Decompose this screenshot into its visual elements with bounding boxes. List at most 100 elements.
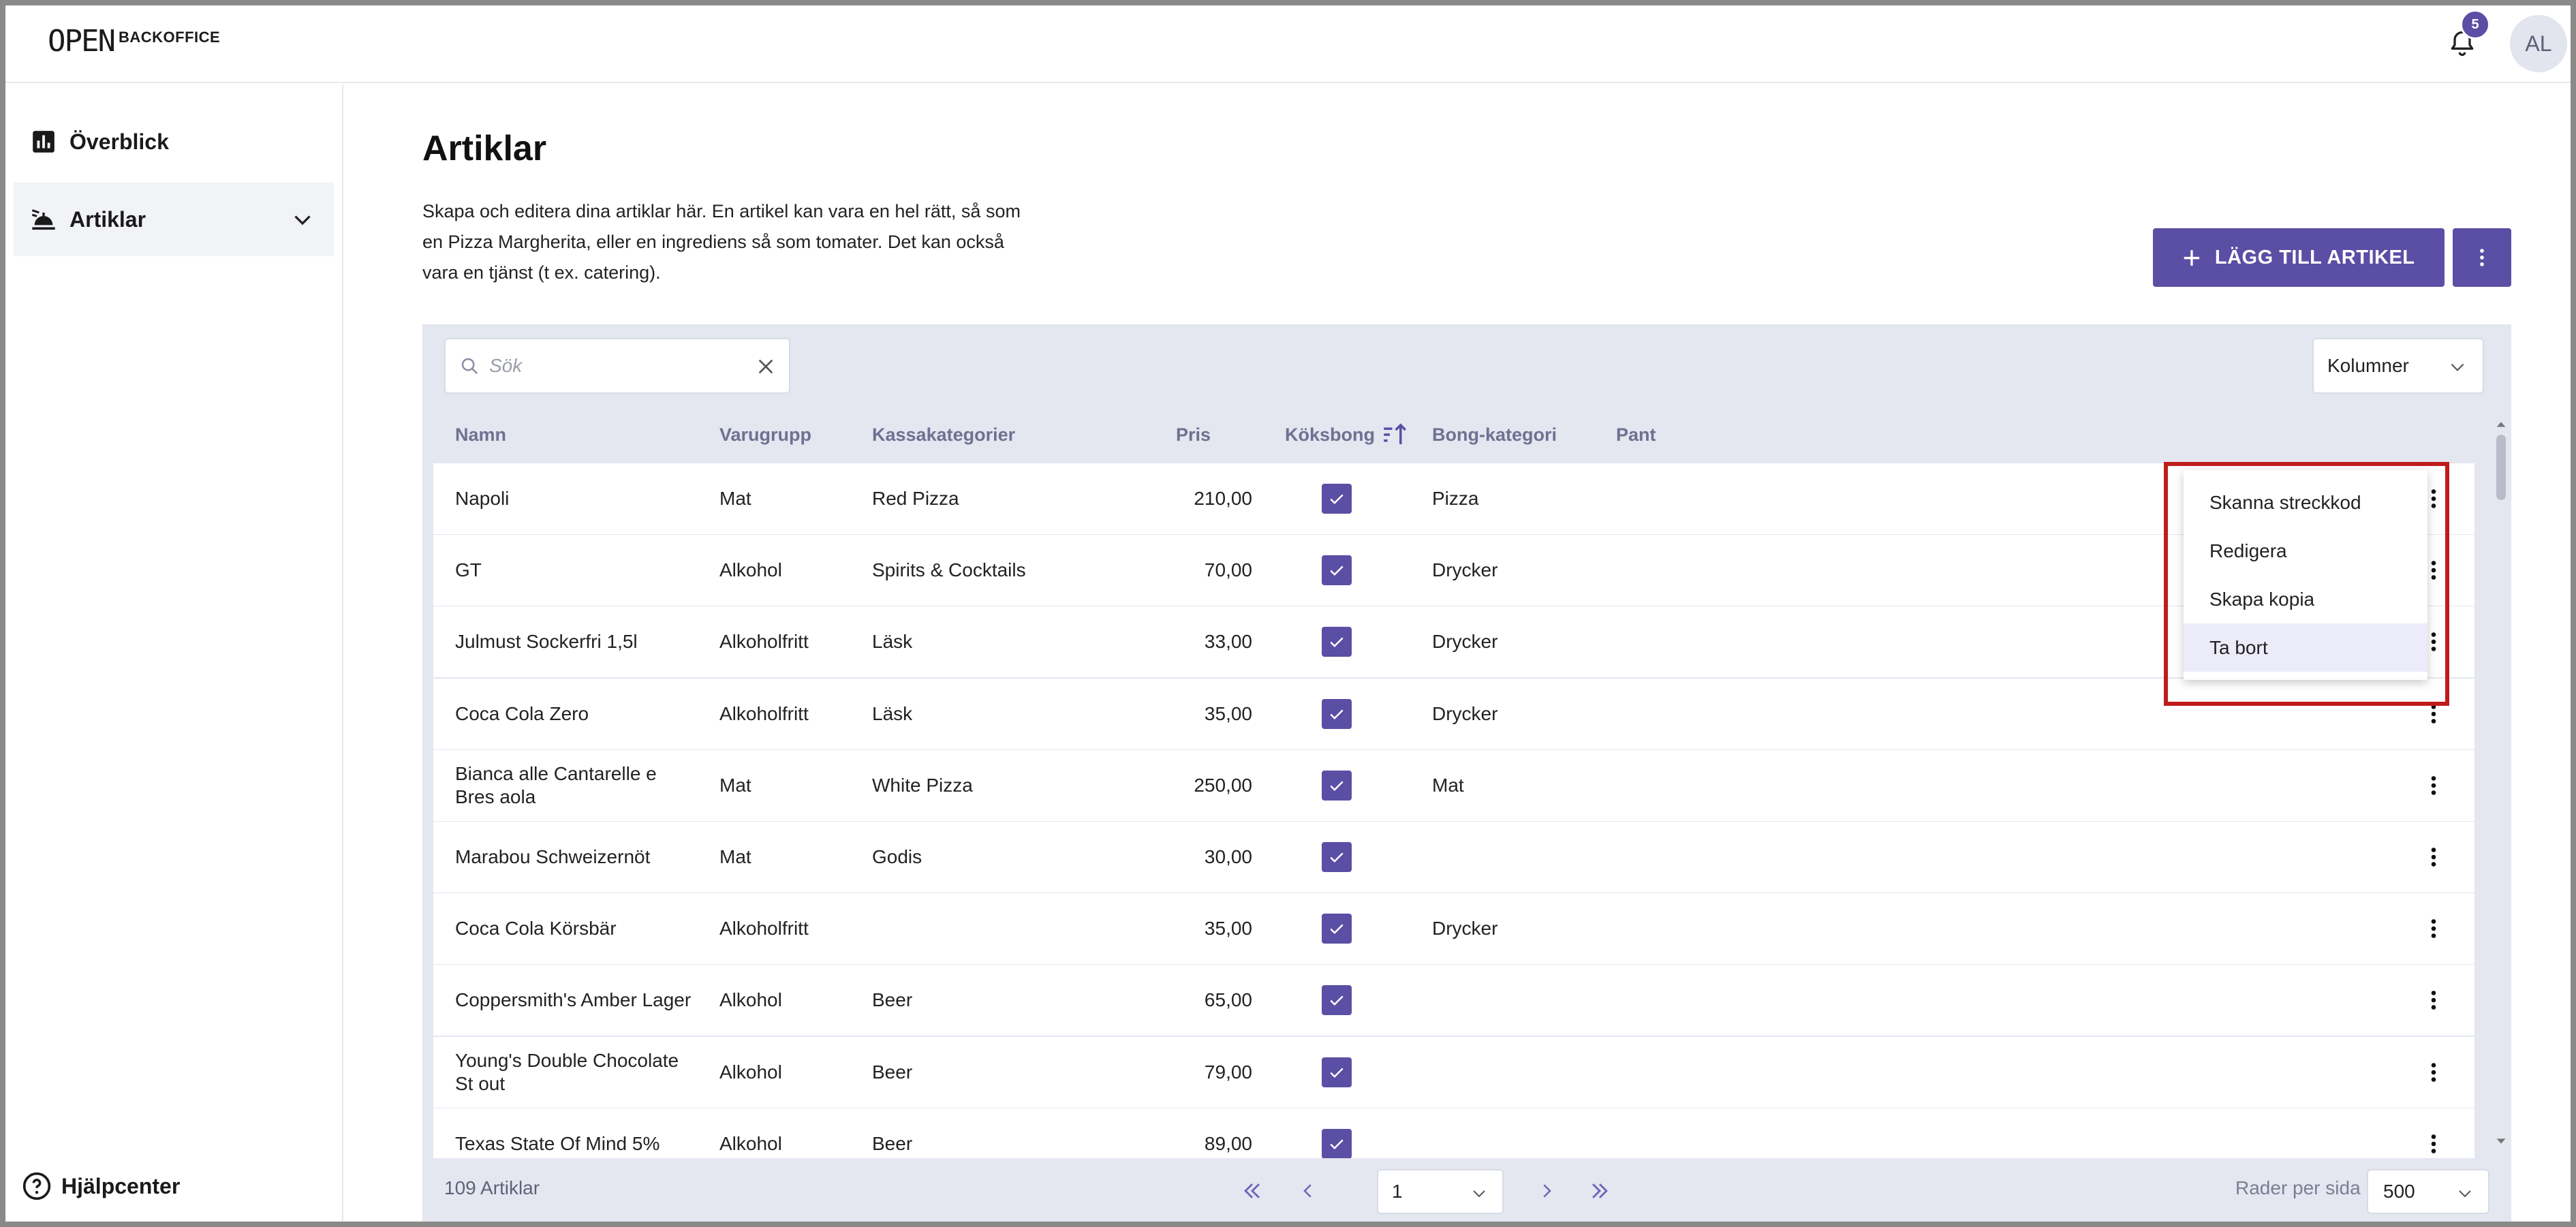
table-row[interactable]: Coca Cola Zero Alkoholfritt Läsk 35,00 Dryck…: [433, 679, 2474, 749]
scroll-down-icon[interactable]: [2494, 1134, 2509, 1149]
kebab-icon: [2431, 1063, 2436, 1082]
cell-category: Läsk: [872, 703, 913, 724]
table-header: Namn Varugrupp Kassakategorier Pris Köks…: [433, 406, 2474, 463]
kitchen-ticket-checkbox[interactable]: [1322, 555, 1352, 585]
cell-group: Alkoholfritt: [719, 918, 809, 939]
header-price[interactable]: Pris: [1176, 406, 1211, 463]
next-page-button[interactable]: [1532, 1176, 1562, 1206]
add-article-button[interactable]: + LÄGG TILL ARTIKEL: [2153, 228, 2445, 287]
table-row[interactable]: GT Alkohol Spirits & Cocktails 70,00 Drycker: [433, 535, 2474, 606]
previous-page-button[interactable]: [1293, 1176, 1323, 1206]
kebab-icon: [2431, 848, 2436, 867]
table-row[interactable]: Coppersmith's Amber Lager Alkohol Beer 65,0…: [433, 965, 2474, 1036]
row-actions-button[interactable]: [2420, 700, 2447, 728]
cell-name: Coppersmith's Amber Lager: [455, 989, 692, 1010]
logo[interactable]: OPEN BACKOFFICE: [48, 25, 220, 59]
sidebar-item-artiklar[interactable]: Artiklar: [14, 183, 334, 256]
kebab-icon: [2431, 776, 2436, 795]
header-ticket-category[interactable]: Bong-kategori: [1432, 406, 1557, 463]
chevron-down-icon: [294, 215, 311, 226]
food-tray-icon: [30, 206, 57, 233]
columns-dropdown[interactable]: Kolumner: [2312, 338, 2484, 394]
scrollbar-thumb[interactable]: [2496, 435, 2506, 500]
chevron-left-icon: [1303, 1184, 1312, 1198]
search-box[interactable]: [444, 338, 790, 394]
table-row[interactable]: Young's Double Chocolate St out Alkohol Be…: [433, 1037, 2474, 1108]
kitchen-ticket-checkbox[interactable]: [1322, 985, 1352, 1015]
chevron-down-icon: [2459, 1190, 2471, 1198]
logo-text: BACKOFFICE: [118, 29, 221, 46]
row-actions-button[interactable]: [2420, 1059, 2447, 1086]
table-row[interactable]: Texas State Of Mind 5% Alkohol Beer 89,00: [433, 1108, 2474, 1158]
context-menu-item[interactable]: Skapa kopia: [2184, 575, 2427, 623]
cell-group: Mat: [719, 846, 751, 867]
vertical-scrollbar[interactable]: [2494, 417, 2509, 1149]
cell-category: Godis: [872, 846, 922, 867]
row-actions-button[interactable]: [2420, 843, 2447, 871]
help-center-link[interactable]: Hjälpcenter: [22, 1169, 180, 1203]
cell-name: GT: [455, 559, 482, 580]
cell-category: Beer: [872, 1133, 913, 1154]
check-icon: [1330, 1068, 1344, 1078]
help-center-label: Hjälpcenter: [61, 1173, 181, 1198]
context-menu-item[interactable]: Redigera: [2184, 527, 2427, 575]
header-kitchen-ticket[interactable]: Köksbong: [1285, 406, 1409, 463]
cell-group: Alkohol: [719, 1061, 782, 1083]
cell-name: Coca Cola Zero: [455, 703, 589, 724]
header-pos-categories[interactable]: Kassakategorier: [872, 406, 1015, 463]
table-row[interactable]: Napoli Mat Red Pizza 210,00 Pizza: [433, 463, 2474, 534]
top-header: OPEN BACKOFFICE 5 AL: [5, 5, 2571, 83]
cell-ticket-category: Mat: [1432, 775, 1464, 796]
page-select[interactable]: 1: [1377, 1169, 1504, 1214]
kitchen-ticket-checkbox[interactable]: [1322, 1129, 1352, 1158]
context-menu-item[interactable]: Skanna streckkod: [2184, 478, 2427, 527]
context-menu-item[interactable]: Ta bort: [2184, 623, 2427, 672]
cell-price: 35,00: [1204, 918, 1252, 939]
kitchen-ticket-checkbox[interactable]: [1322, 1057, 1352, 1087]
header-name[interactable]: Namn: [455, 406, 506, 463]
row-actions-button[interactable]: [2420, 915, 2447, 942]
add-article-label: LÄGG TILL ARTIKEL: [2214, 246, 2415, 268]
header-deposit[interactable]: Pant: [1616, 406, 1656, 463]
header-group[interactable]: Varugrupp: [719, 406, 811, 463]
sidebar: Överblick Artiklar Hjälpcenter: [5, 84, 343, 1222]
chevron-down-icon: [1473, 1190, 1485, 1198]
check-icon: [1330, 781, 1344, 792]
table-row[interactable]: Julmust Sockerfri 1,5l Alkoholfritt Läsk 33…: [433, 606, 2474, 677]
rows-per-page-select[interactable]: 500: [2367, 1169, 2489, 1214]
check-icon: [1330, 565, 1344, 576]
row-context-menu: Skanna streckkod Redigera Skapa kopia Ta bo…: [2184, 470, 2427, 680]
kitchen-ticket-checkbox[interactable]: [1322, 914, 1352, 944]
more-actions-button[interactable]: [2453, 228, 2511, 287]
cell-group: Alkohol: [719, 1133, 782, 1154]
first-page-button[interactable]: [1237, 1176, 1267, 1206]
cell-group: Mat: [719, 488, 751, 509]
cell-name: Marabou Schweizernöt: [455, 846, 651, 867]
row-actions-button[interactable]: [2420, 1130, 2447, 1158]
table-row[interactable]: Marabou Schweizernöt Mat Godis 30,00: [433, 822, 2474, 892]
cell-price: 70,00: [1204, 559, 1252, 580]
cell-ticket-category: Drycker: [1432, 559, 1498, 580]
table-row[interactable]: Bianca alle Cantarelle e Bres aola Mat Whi…: [433, 750, 2474, 821]
cell-price: 65,00: [1204, 989, 1252, 1010]
sidebar-item-overblick[interactable]: Överblick: [14, 105, 334, 178]
kitchen-ticket-checkbox[interactable]: [1322, 842, 1352, 872]
kitchen-ticket-checkbox[interactable]: [1322, 699, 1352, 729]
avatar[interactable]: AL: [2510, 15, 2567, 72]
scroll-up-icon[interactable]: [2494, 417, 2509, 432]
kitchen-ticket-checkbox[interactable]: [1322, 484, 1352, 514]
row-actions-button[interactable]: [2420, 987, 2447, 1014]
last-page-button[interactable]: [1585, 1176, 1615, 1206]
search-input[interactable]: [489, 355, 734, 377]
check-icon: [1330, 494, 1344, 505]
cell-group: Alkoholfritt: [719, 703, 809, 724]
sort-ascending-icon[interactable]: [1380, 420, 1409, 449]
cell-price: 250,00: [1194, 775, 1252, 796]
row-actions-button[interactable]: [2420, 772, 2447, 799]
table-row[interactable]: Coca Cola Körsbär Alkoholfritt 35,00 Drycke…: [433, 893, 2474, 964]
current-page: 1: [1392, 1181, 1403, 1202]
kitchen-ticket-checkbox[interactable]: [1322, 771, 1352, 801]
header-kitchen-ticket-label: Köksbong: [1285, 424, 1375, 445]
close-icon[interactable]: [755, 356, 777, 377]
kitchen-ticket-checkbox[interactable]: [1322, 627, 1352, 657]
